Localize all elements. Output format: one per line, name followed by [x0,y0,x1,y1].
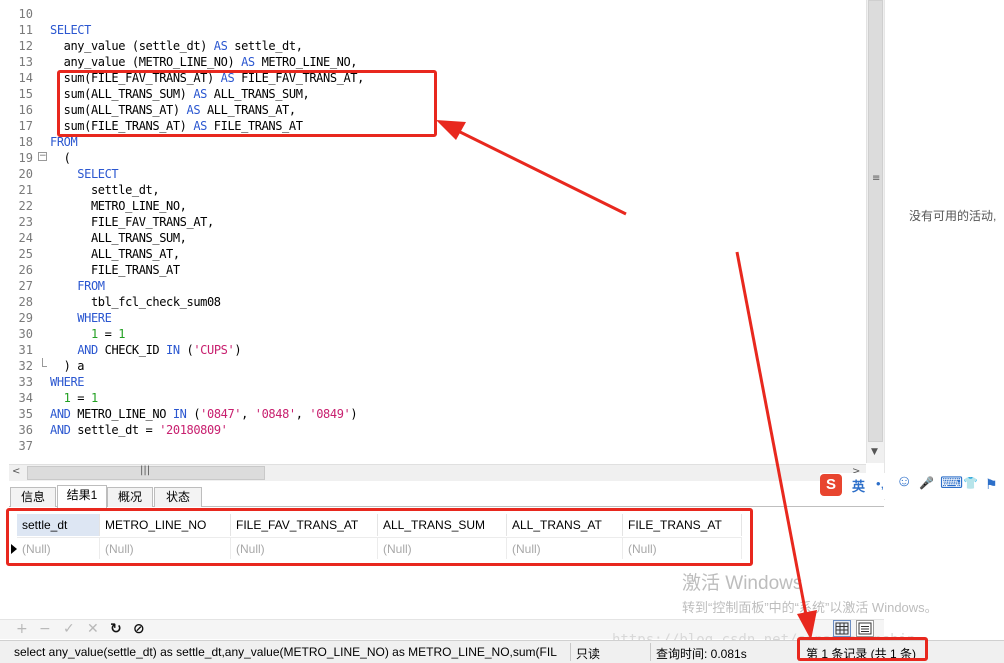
arrow-to-record-count [735,251,817,640]
annotation-arrows [436,120,817,640]
arrow-to-sum-columns [436,120,627,216]
